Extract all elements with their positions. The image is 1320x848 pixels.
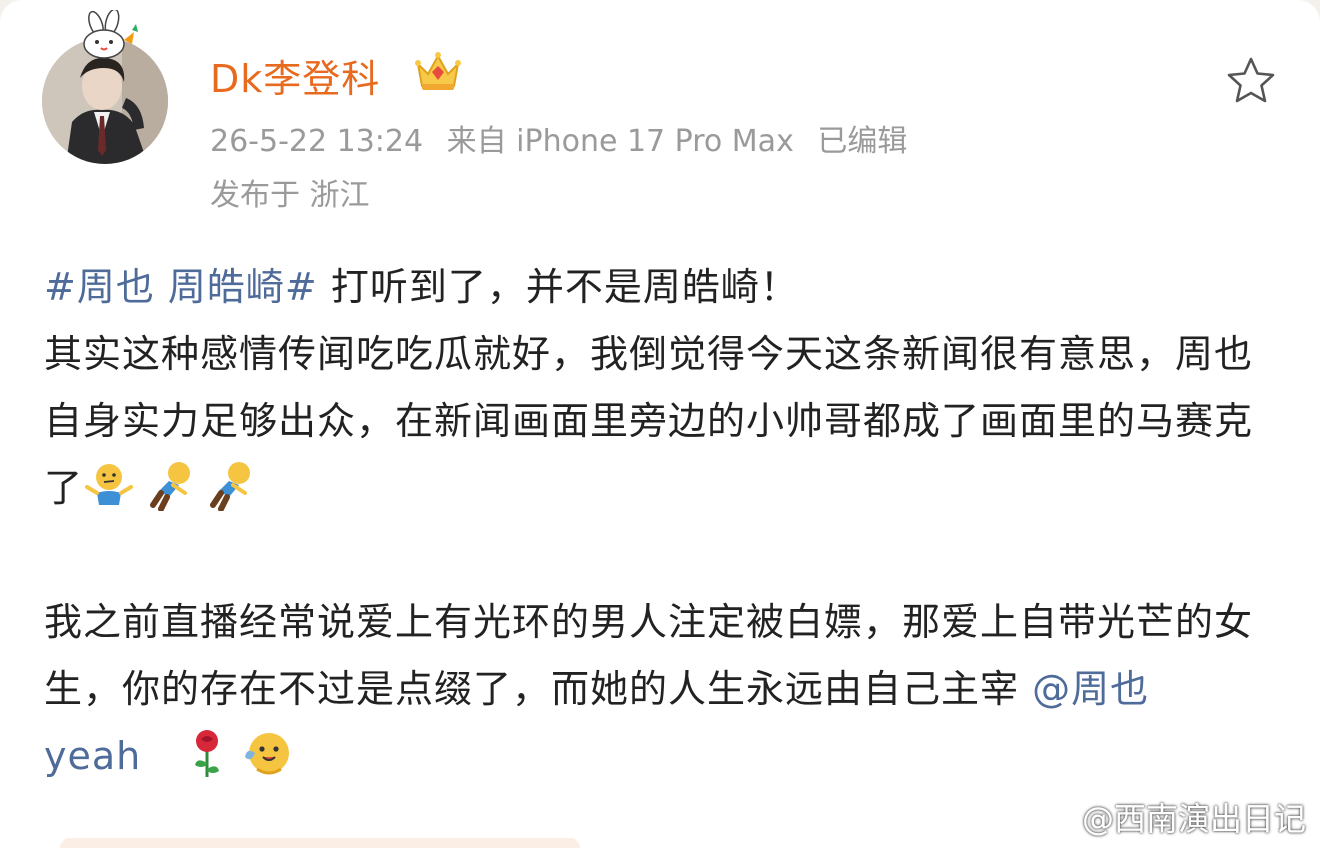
rose-emoji [194,730,219,777]
post-source: 来自 iPhone 17 Pro Max [446,124,794,159]
post-line-1: #周也 周皓崎# 打听到了，并不是周皓崎！ [44,254,1284,321]
hug-emoji [244,733,289,775]
author-avatar-wrap[interactable] [42,10,168,164]
kneeling-emoji [210,462,251,511]
post-line-1-text: 打听到了，并不是周皓崎！ [317,265,799,309]
edited-label[interactable]: 已编辑 [817,124,907,159]
rabbit-pendant-icon [83,10,138,59]
kneeling-emoji [150,462,191,511]
post-body: #周也 周皓崎# 打听到了，并不是周皓崎！ 其实这种感情传闻吃吃瓜就好，我倒觉得… [44,254,1284,790]
weibo-logo-icon [1033,802,1072,835]
watermark: @西南演出日记 [1032,794,1306,840]
weibo-post-card: Dk李登科 26-5-22 13:24 来自 iPhone 17 Pro Max… [0,0,1320,848]
post-meta: 26-5-22 13:24 来自 iPhone 17 Pro Max 已编辑 [210,116,921,160]
post-timestamp: 26-5-22 13:24 [210,124,424,159]
crown-icon [415,52,461,90]
hashtag-link[interactable]: #周也 周皓崎# [44,265,318,309]
post-location: 发布于 浙江 [210,178,370,213]
author-name[interactable]: Dk李登科 [210,48,380,103]
next-card-edge [60,838,580,848]
star-outline-icon[interactable] [1224,54,1278,108]
post-paragraph-2: 我之前直播经常说爱上有光环的男人注定被白嫖，那爱上自带光芒的女生，你的存在不过是… [44,589,1284,790]
watermark-text: @西南演出日记 [1081,800,1306,838]
shrug-emoji [85,464,134,505]
post-paragraph-1: 其实这种感情传闻吃吃瓜就好，我倒觉得今天这条新闻很有意思，周也自身实力足够出众，… [44,321,1284,522]
